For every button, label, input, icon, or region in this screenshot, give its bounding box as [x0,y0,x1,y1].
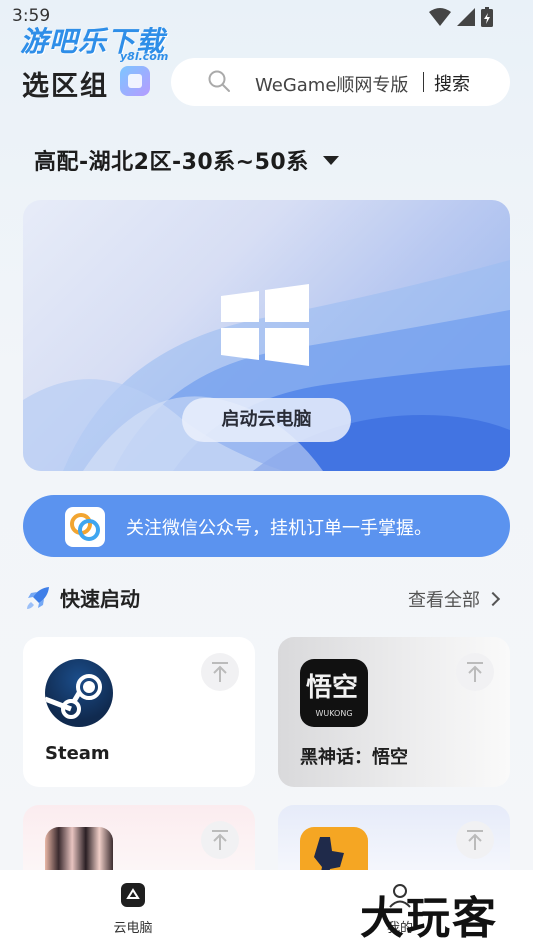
page-title: 选区组 [22,71,109,102]
wukong-icon-calligraphy: 悟空 [306,673,359,703]
wukong-icon-caption: WUKONG [315,709,353,718]
wifi-icon [429,8,451,26]
view-all-link[interactable]: 查看全部 [408,586,501,612]
cloud-pc-icon [121,883,145,907]
steam-icon [45,659,113,727]
game-name: 黑神话：悟空 [300,747,408,768]
search-icon [208,70,230,92]
chevron-right-icon [485,591,501,607]
cloud-logo-icon [65,507,105,547]
windows-logo-icon [221,284,309,366]
pin-to-top-button[interactable] [201,821,239,859]
pin-to-top-button[interactable] [201,653,239,691]
status-icons [429,7,493,27]
title-badge-icon [120,66,150,96]
wechat-follow-banner[interactable]: 关注微信公众号，挂机订单一手掌握。 [23,495,510,557]
pin-top-icon [212,662,228,682]
rocket-icon [27,587,49,609]
nav-label: 云电脑 [113,921,153,936]
zone-label: 高配-湖北2区-30系~50系 [34,150,309,175]
nav-item-cloud-pc[interactable]: 云电脑 [73,870,193,948]
view-all-label: 查看全部 [408,590,480,611]
game-card-steam[interactable]: Steam [23,637,255,787]
game-card-wukong[interactable]: 悟空 WUKONG 黑神话：悟空 [278,637,510,787]
cellular-signal-icon [457,8,475,26]
notice-text: 关注微信公众号，挂机订单一手掌握。 [126,518,432,539]
pin-to-top-button[interactable] [456,653,494,691]
section-title: 快速启动 [60,587,140,611]
wukong-game-icon: 悟空 WUKONG [300,659,368,727]
game-name: Steam [45,743,110,764]
pin-top-icon [467,830,483,850]
battery-icon [481,7,493,27]
start-cloud-pc-button[interactable]: 启动云电脑 [182,398,351,442]
watermark-bottom-logo: 大玩客 [360,893,498,944]
pin-top-icon [212,830,228,850]
caret-down-icon [322,155,339,165]
pin-top-icon [467,662,483,682]
search-divider [423,72,424,92]
pin-to-top-button[interactable] [456,821,494,859]
watermark-url: y8l.com [120,50,169,63]
search-button[interactable]: 搜索 [434,70,470,96]
zone-selector[interactable]: 高配-湖北2区-30系~50系 [34,144,339,176]
search-input[interactable]: WeGame顺网专版 [255,71,408,97]
